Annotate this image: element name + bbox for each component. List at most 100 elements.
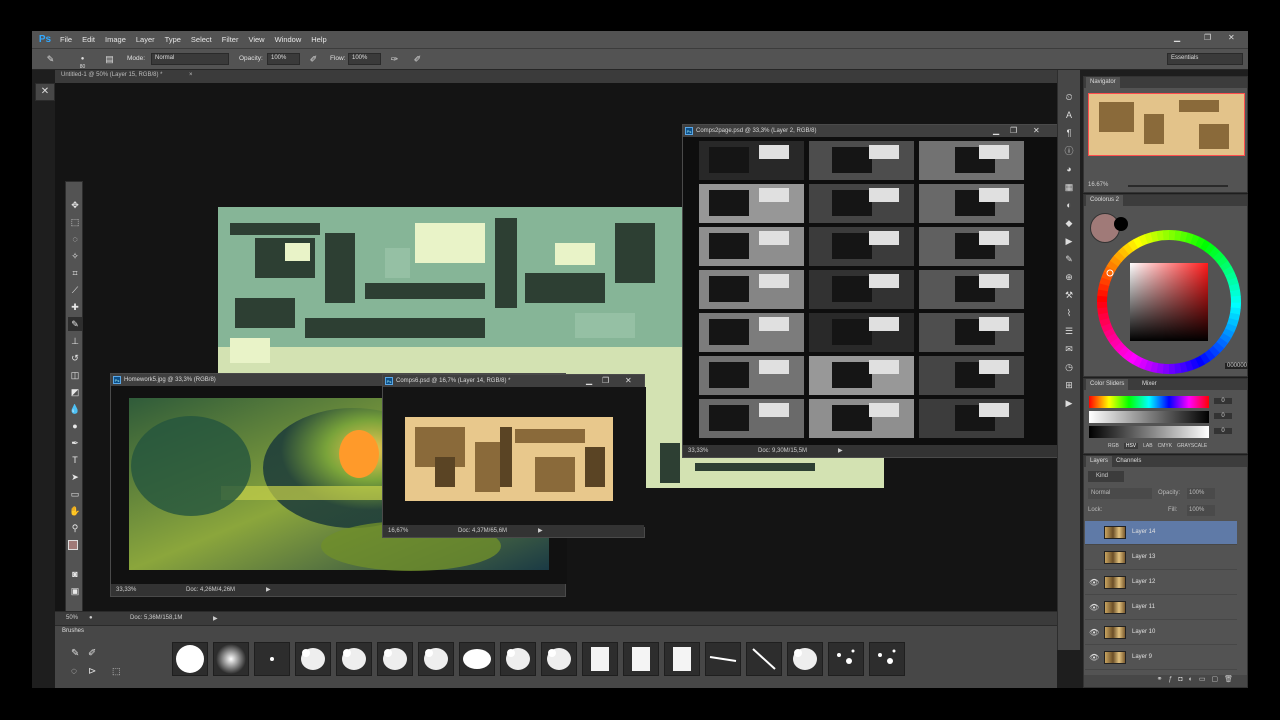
move-tool-icon[interactable]: ✥ [68, 198, 82, 212]
foreground-color-swatch[interactable] [68, 540, 78, 550]
blur-tool-icon[interactable]: 💧 [68, 402, 82, 416]
menu-layer[interactable]: Layer [131, 31, 160, 48]
tab-close-icon[interactable]: × [189, 72, 193, 78]
layer-row[interactable]: Layer 13 [1085, 546, 1237, 570]
shape-tool-icon[interactable]: ▭ [68, 487, 82, 501]
status-arrow-icon[interactable]: ▶ [213, 615, 218, 622]
paths-icon[interactable]: ⌇ [1062, 306, 1076, 320]
mode-lab[interactable]: LAB [1143, 443, 1152, 449]
menu-view[interactable]: View [243, 31, 269, 48]
hand-tool-icon[interactable]: ✋ [68, 504, 82, 518]
marquee-tool-icon[interactable]: ⬚ [112, 666, 121, 677]
airbrush-icon[interactable]: ✑ [388, 53, 401, 66]
brightness-value[interactable]: 0 [1214, 428, 1232, 434]
workspace-select[interactable]: Essentials [1167, 53, 1243, 65]
homework-zoom[interactable]: 33,33% [116, 584, 136, 596]
paragraph-icon[interactable]: ¶ [1062, 126, 1076, 140]
history-icon[interactable]: ⏲ [1062, 90, 1076, 104]
visibility-eye-icon[interactable]: 👁 [1089, 653, 1099, 662]
info-icon[interactable]: ⓘ [1062, 144, 1076, 158]
new-layer-icon[interactable]: ▢ [1211, 676, 1224, 683]
adjustments-icon[interactable]: ◐ [1062, 198, 1076, 212]
canvas-area[interactable]: Ps Homework5.jpg @ 33,3% (RGB/8) 33,33% D… [55, 83, 1061, 626]
visibility-eye-icon[interactable]: 👁 [1089, 578, 1099, 587]
brush-tip[interactable] [541, 642, 577, 676]
marquee-tool-icon[interactable]: ⬚ [68, 215, 82, 229]
dodge-tool-icon[interactable]: ● [68, 419, 82, 433]
tab-navigator[interactable]: Navigator [1086, 77, 1120, 88]
mode-select[interactable]: Normal [151, 53, 229, 65]
brush-tip[interactable] [254, 642, 290, 676]
color-wheel[interactable] [1092, 219, 1242, 374]
character-icon[interactable]: A [1062, 108, 1076, 122]
layer-row[interactable]: 👁 Layer 12 [1085, 571, 1237, 595]
tab-color-sliders[interactable]: Color Sliders [1086, 379, 1129, 390]
delete-layer-icon[interactable]: 🗑 [1224, 676, 1239, 683]
history-brush-icon[interactable]: ↺ [68, 351, 82, 365]
status-arrow-icon[interactable]: ▶ [838, 445, 843, 457]
brush-tip[interactable] [582, 642, 618, 676]
clone-source-icon[interactable]: ⊕ [1062, 270, 1076, 284]
styles-icon[interactable]: ◆ [1062, 216, 1076, 230]
blend-mode-select[interactable]: Normal [1088, 488, 1152, 499]
brush-tip[interactable] [623, 642, 659, 676]
brush-tip[interactable] [787, 642, 823, 676]
restore-icon[interactable]: ❐ [602, 375, 609, 387]
hue-value[interactable]: 0 [1214, 398, 1232, 404]
brush-tip[interactable] [500, 642, 536, 676]
brush-tip[interactable] [377, 642, 413, 676]
brush-tip[interactable] [336, 642, 372, 676]
brush-tip[interactable] [418, 642, 454, 676]
opacity-field[interactable]: 100% [267, 53, 300, 65]
actions-icon[interactable]: ▶ [1062, 234, 1076, 248]
comps6-zoom[interactable]: 16,67% [388, 525, 408, 537]
brush-tool-icon[interactable]: ✎ [44, 53, 57, 66]
layer-row[interactable]: 👁 Layer 9 [1085, 646, 1237, 670]
menu-filter[interactable]: Filter [217, 31, 244, 48]
quick-select-tool-icon[interactable]: ✧ [68, 249, 82, 263]
brush-tool-icon[interactable]: ✎ [68, 317, 82, 331]
crop-tool-icon[interactable]: ⌗ [68, 266, 82, 280]
close-icon[interactable]: ✕ [625, 375, 632, 387]
menu-file[interactable]: File [55, 31, 77, 48]
pressure-opacity-icon[interactable]: ✐ [307, 53, 320, 66]
comps6-window[interactable]: Ps Comps6.psd @ 16,7% (Layer 14, RGB/8) *… [382, 374, 646, 538]
brush-tip[interactable] [172, 642, 208, 676]
pen-tool-icon[interactable]: ✒ [68, 436, 82, 450]
measurement-icon[interactable]: ⊞ [1062, 378, 1076, 392]
brush-tip[interactable] [295, 642, 331, 676]
minimize-icon[interactable]: ▁ [586, 375, 592, 387]
adjustment-layer-icon[interactable]: ◐ [1189, 676, 1199, 683]
mask-icon[interactable]: ◘ [1178, 676, 1188, 683]
brush-tool-icon[interactable]: ✎ [71, 648, 79, 659]
tab-coolorus[interactable]: Coolorus 2 [1086, 195, 1124, 206]
group-icon[interactable]: ▭ [1199, 676, 1212, 683]
mode-cmyk[interactable]: CMYK [1158, 443, 1172, 449]
play-icon[interactable]: ▶ [1062, 396, 1076, 410]
screen-mode-icon[interactable]: ▣ [68, 584, 82, 598]
zoom-tool-icon[interactable]: ⚲ [68, 521, 82, 535]
close-icon[interactable]: ✕ [1033, 125, 1040, 137]
type-tool-icon[interactable]: T [68, 453, 82, 467]
mode-hsv[interactable]: HSV [1123, 443, 1139, 449]
polygon-lasso-icon[interactable]: ⊳ [88, 666, 96, 677]
mode-rgb[interactable]: RGB [1108, 443, 1119, 449]
notes-icon[interactable]: ✉ [1062, 342, 1076, 356]
brush-panel-toggle-icon[interactable]: ▤ [103, 53, 116, 66]
layer-comps-icon[interactable]: ☰ [1062, 324, 1076, 338]
brush-tip[interactable] [869, 642, 905, 676]
menu-help[interactable]: Help [306, 31, 331, 48]
hue-ring-segment[interactable] [1162, 230, 1170, 241]
restore-icon[interactable]: ❐ [1010, 125, 1017, 137]
brush-tip[interactable] [705, 642, 741, 676]
main-zoom-field[interactable]: 50% [66, 615, 78, 621]
tab-mixer[interactable]: Mixer [1138, 379, 1161, 390]
status-arrow-icon[interactable]: ▶ [266, 584, 271, 596]
layer-filter-kind[interactable]: Kind [1088, 471, 1124, 482]
brush-tip[interactable] [459, 642, 495, 676]
brush-presets-icon[interactable]: ✎ [1062, 252, 1076, 266]
hex-value[interactable]: 000000 [1225, 363, 1248, 369]
minimize-icon[interactable]: ▁ [993, 125, 999, 137]
menu-image[interactable]: Image [100, 31, 131, 48]
brush-tip[interactable] [213, 642, 249, 676]
